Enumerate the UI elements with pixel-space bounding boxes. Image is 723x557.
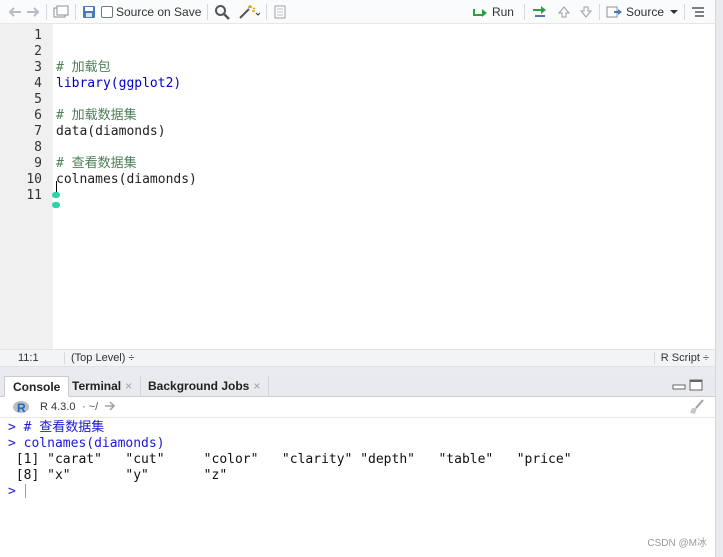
execution-marker-icon bbox=[52, 192, 60, 198]
console-caret bbox=[25, 484, 26, 498]
code-line[interactable]: 9 # 查看数据集 bbox=[0, 156, 715, 172]
line-number: 8 bbox=[34, 140, 42, 155]
pane-splitter[interactable] bbox=[0, 367, 715, 375]
console-input-line: > bbox=[8, 484, 16, 499]
line-number: 5 bbox=[34, 92, 42, 107]
code-text: data(diamonds) bbox=[56, 124, 166, 139]
cursor-position: 11:1 bbox=[18, 352, 39, 364]
line-number: 10 bbox=[26, 172, 42, 187]
line-number: 4 bbox=[34, 76, 42, 91]
console-header: R R 4.3.0 · ~/ bbox=[0, 397, 715, 418]
save-icon[interactable] bbox=[82, 5, 96, 19]
tab-console-label: Console bbox=[13, 380, 61, 394]
compile-report-icon[interactable] bbox=[273, 5, 287, 19]
code-text: library(ggplot2) bbox=[56, 76, 182, 91]
back-arrow-icon[interactable] bbox=[8, 6, 22, 18]
search-icon[interactable] bbox=[214, 4, 231, 20]
source-editor[interactable]: 1 2 3 # 加载包 4 library(ggplot2) 5 6 # 加载数据集 7 data(… bbox=[0, 24, 715, 349]
line-number: 2 bbox=[34, 44, 42, 59]
close-icon[interactable]: × bbox=[253, 379, 260, 393]
line-number: 7 bbox=[34, 124, 42, 139]
working-directory[interactable]: · ~/ bbox=[82, 401, 98, 413]
toolbar-divider bbox=[684, 3, 685, 20]
source-label: Source bbox=[625, 4, 664, 19]
tab-console[interactable]: Console bbox=[4, 376, 70, 397]
toolbar-divider bbox=[598, 3, 600, 20]
watermark: CSDN @M冰 bbox=[647, 538, 707, 549]
close-icon[interactable]: × bbox=[125, 379, 132, 393]
editor-toolbar: Source on Save Run Source bbox=[0, 0, 715, 24]
show-in-window-icon[interactable] bbox=[53, 5, 69, 19]
console-output[interactable]: > # 查看数据集 > colnames(diamonds) [1] "carat… bbox=[0, 418, 715, 557]
code-text: # 加载数据集 bbox=[56, 108, 137, 123]
svg-text:R: R bbox=[17, 401, 26, 414]
r-logo-icon: R bbox=[12, 400, 30, 414]
file-type-selector[interactable]: R Script ÷ bbox=[653, 352, 709, 364]
code-tools-wand-icon[interactable] bbox=[238, 4, 261, 20]
code-line[interactable]: 6 # 加载数据集 bbox=[0, 108, 715, 124]
line-number: 1 bbox=[34, 28, 42, 43]
source-on-save-checkbox[interactable] bbox=[101, 5, 113, 18]
line-number: 11 bbox=[26, 188, 42, 203]
line-number: 9 bbox=[34, 156, 42, 171]
code-line[interactable]: 3 # 加载包 bbox=[0, 60, 715, 76]
code-line[interactable]: 7 data(diamonds) bbox=[0, 124, 715, 140]
document-outline-icon[interactable] bbox=[691, 6, 705, 18]
scope-selector[interactable]: (Top Level) ÷ bbox=[64, 352, 135, 364]
tab-background-jobs[interactable]: Background Jobs × bbox=[140, 376, 270, 397]
console-output-line: [1] "carat" "cut" "color" "clarity" "dep… bbox=[8, 452, 572, 467]
minimize-pane-icon[interactable] bbox=[672, 379, 686, 391]
tab-terminal[interactable]: Terminal × bbox=[64, 376, 142, 397]
run-button[interactable]: Run bbox=[472, 0, 514, 24]
source-on-save-label: Source on Save bbox=[116, 4, 202, 19]
r-version: R 4.3.0 bbox=[40, 401, 76, 413]
editor-status-bar: 11:1 (Top Level) ÷ R Script ÷ bbox=[0, 349, 715, 367]
code-line[interactable]: 5 bbox=[0, 92, 715, 108]
forward-arrow-icon[interactable] bbox=[26, 6, 40, 18]
toolbar-divider bbox=[523, 3, 525, 20]
toolbar-divider bbox=[266, 3, 268, 20]
line-number: 6 bbox=[34, 108, 42, 123]
tab-terminal-label: Terminal bbox=[72, 379, 122, 393]
go-to-previous-section-icon[interactable] bbox=[557, 5, 571, 19]
toolbar-divider bbox=[207, 3, 209, 20]
toolbar-divider bbox=[46, 3, 47, 20]
code-text: # 加载包 bbox=[56, 60, 111, 75]
console-tabbar: Console Terminal × Background Jobs × bbox=[0, 375, 715, 397]
toolbar-divider bbox=[75, 3, 76, 20]
code-line[interactable]: 2 bbox=[0, 44, 715, 60]
source-on-save-toggle[interactable]: Source on Save bbox=[101, 0, 201, 24]
source-button[interactable]: Source bbox=[606, 0, 664, 24]
code-line[interactable]: 4 library(ggplot2) bbox=[0, 76, 715, 92]
console-input-line: > # 查看数据集 bbox=[8, 420, 105, 435]
source-icon bbox=[606, 6, 622, 17]
code-text: # 查看数据集 bbox=[56, 156, 137, 171]
console-output-line: [8] "x" "y" "z" bbox=[8, 468, 228, 483]
code-line[interactable]: 11 bbox=[0, 188, 715, 204]
rerun-icon[interactable] bbox=[531, 5, 549, 19]
run-label: Run bbox=[491, 4, 514, 19]
go-to-directory-arrow-icon[interactable] bbox=[104, 401, 116, 411]
run-arrow-icon bbox=[472, 8, 487, 17]
line-number: 3 bbox=[34, 60, 42, 75]
code-line[interactable]: 10 colnames(diamonds) bbox=[0, 172, 715, 188]
go-to-next-section-icon[interactable] bbox=[579, 5, 593, 19]
tab-background-jobs-label: Background Jobs bbox=[148, 379, 250, 393]
right-pane-edge[interactable] bbox=[715, 0, 723, 557]
clear-console-broom-icon[interactable] bbox=[689, 399, 705, 415]
execution-marker-icon bbox=[52, 202, 60, 208]
code-line[interactable]: 1 bbox=[0, 28, 715, 44]
code-text: colnames(diamonds) bbox=[56, 172, 197, 187]
maximize-pane-icon[interactable] bbox=[689, 379, 703, 391]
code-line[interactable]: 8 bbox=[0, 140, 715, 156]
console-input-line: > colnames(diamonds) bbox=[8, 436, 165, 451]
source-dropdown-chevron-icon[interactable] bbox=[670, 9, 678, 15]
